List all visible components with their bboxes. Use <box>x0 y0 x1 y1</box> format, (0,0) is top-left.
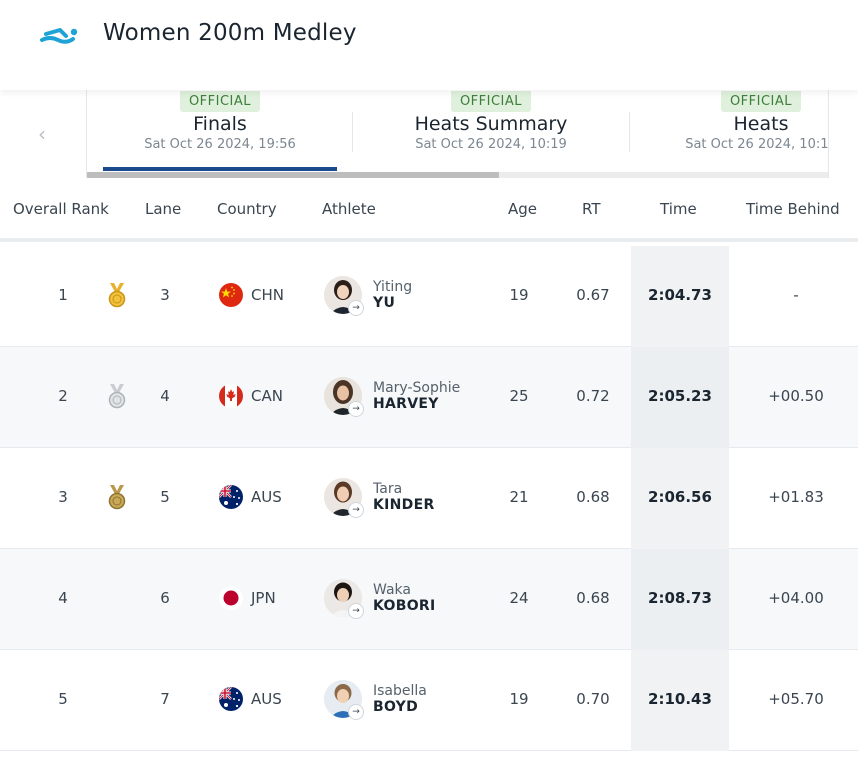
arrow-right-icon[interactable]: → <box>348 502 364 518</box>
age-cell: 19 <box>509 286 529 304</box>
country-code: AUS <box>251 690 282 708</box>
rank-cell: 2 <box>58 387 68 405</box>
rank-cell: 4 <box>58 589 68 607</box>
reaction-time-cell: 0.68 <box>576 488 610 506</box>
australia-flag-icon <box>219 687 243 711</box>
lane-cell: 7 <box>160 690 170 708</box>
reaction-time-cell: 0.68 <box>576 589 610 607</box>
time-cell: 2:04.73 <box>648 286 712 304</box>
column-header-rt[interactable]: RT <box>582 200 601 218</box>
time-behind-cell: - <box>793 286 799 304</box>
reaction-time-cell: 0.67 <box>576 286 610 304</box>
lane-cell: 5 <box>160 488 170 506</box>
table-row[interactable]: 4 6 JPN → Waka KOBORI 24 0.68 2:08.73 +0… <box>0 549 858 650</box>
canada-flag-icon <box>219 384 243 408</box>
arrow-right-icon[interactable]: → <box>348 401 364 417</box>
reaction-time-cell: 0.72 <box>576 387 610 405</box>
official-badge: OFFICIAL <box>450 91 532 112</box>
athlete-first-name[interactable]: Isabella <box>373 683 427 699</box>
athlete-first-name[interactable]: Tara <box>373 481 402 497</box>
time-cell: 2:08.73 <box>648 589 712 607</box>
bronze-medal-icon <box>108 485 126 510</box>
tab-heats-summary[interactable]: OFFICIAL Heats Summary Sat Oct 26 2024, … <box>357 90 625 172</box>
time-cell: 2:05.23 <box>648 387 712 405</box>
swimmer-icon <box>40 28 78 44</box>
table-row[interactable]: 1 3 CHN → Yiting YU 19 0.67 2:04.73 - <box>0 246 858 347</box>
athlete-last-name[interactable]: YU <box>373 295 395 311</box>
arrow-right-icon[interactable]: → <box>348 603 364 619</box>
column-header-lane[interactable]: Lane <box>145 200 181 218</box>
country-code: CAN <box>251 387 283 405</box>
time-behind-cell: +01.83 <box>768 488 824 506</box>
time-behind-cell: +05.70 <box>768 690 824 708</box>
silver-medal-icon <box>108 384 126 409</box>
country-code: JPN <box>251 589 276 607</box>
arrow-right-icon[interactable]: → <box>348 704 364 720</box>
athlete-first-name[interactable]: Mary-Sophie <box>373 380 460 396</box>
column-header-age[interactable]: Age <box>508 200 537 218</box>
age-cell: 21 <box>509 488 529 506</box>
tab-heats[interactable]: OFFICIAL Heats Sat Oct 26 2024, 10:19 <box>659 90 829 172</box>
arrow-right-icon[interactable]: → <box>348 300 364 316</box>
column-header-athlete[interactable]: Athlete <box>322 200 376 218</box>
column-header-time[interactable]: Time <box>660 200 697 218</box>
column-header-country[interactable]: Country <box>217 200 277 218</box>
china-flag-icon <box>219 283 243 307</box>
tab-finals[interactable]: OFFICIAL Finals Sat Oct 26 2024, 19:56 <box>103 90 337 172</box>
rank-cell: 3 <box>58 488 68 506</box>
age-cell: 19 <box>509 690 529 708</box>
phase-tabs: ‹ OFFICIAL Finals Sat Oct 26 2024, 19:56… <box>0 90 858 178</box>
official-badge: OFFICIAL <box>179 91 261 112</box>
table-row[interactable]: 5 7 AUS → Isabella BOYD 19 0.70 2:10.43 … <box>0 650 858 751</box>
japan-flag-icon <box>219 586 243 610</box>
tabs-window: OFFICIAL Finals Sat Oct 26 2024, 19:56 O… <box>86 90 829 178</box>
australia-flag-icon <box>219 485 243 509</box>
time-behind-cell: +04.00 <box>768 589 824 607</box>
time-cell: 2:06.56 <box>648 488 712 506</box>
athlete-last-name[interactable]: BOYD <box>373 699 418 715</box>
page-title: Women 200m Medley <box>103 20 357 46</box>
tab-label: Finals <box>193 113 247 135</box>
tab-date: Sat Oct 26 2024, 10:19 <box>685 137 829 152</box>
results-table-header: Overall Rank Lane Country Athlete Age RT… <box>0 178 858 242</box>
tab-divider <box>352 112 353 152</box>
tab-divider <box>629 112 630 152</box>
athlete-last-name[interactable]: KINDER <box>373 497 435 513</box>
time-cell: 2:10.43 <box>648 690 712 708</box>
rank-cell: 1 <box>58 286 68 304</box>
athlete-first-name[interactable]: Waka <box>373 582 411 598</box>
athlete-first-name[interactable]: Yiting <box>373 279 412 295</box>
reaction-time-cell: 0.70 <box>576 690 610 708</box>
tab-label: Heats <box>733 113 789 135</box>
athlete-last-name[interactable]: HARVEY <box>373 396 439 412</box>
official-badge: OFFICIAL <box>720 91 802 112</box>
time-behind-cell: +00.50 <box>768 387 824 405</box>
country-code: CHN <box>251 286 284 304</box>
lane-cell: 4 <box>160 387 170 405</box>
active-tab-indicator <box>103 167 337 171</box>
lane-cell: 6 <box>160 589 170 607</box>
tabs-strip: OFFICIAL Finals Sat Oct 26 2024, 19:56 O… <box>87 90 829 172</box>
column-header-time-behind[interactable]: Time Behind <box>746 200 840 218</box>
tab-date: Sat Oct 26 2024, 10:19 <box>415 137 567 152</box>
tab-label: Heats Summary <box>414 113 568 135</box>
country-code: AUS <box>251 488 282 506</box>
chevron-left-icon[interactable]: ‹ <box>28 120 56 148</box>
age-cell: 25 <box>509 387 529 405</box>
rank-cell: 5 <box>58 690 68 708</box>
tab-date: Sat Oct 26 2024, 19:56 <box>144 137 296 152</box>
table-row[interactable]: 2 4 CAN → Mary-Sophie HARVEY 25 0.72 2:0… <box>0 347 858 448</box>
lane-cell: 3 <box>160 286 170 304</box>
athlete-last-name[interactable]: KOBORI <box>373 598 435 614</box>
page-header: Women 200m Medley <box>0 0 858 90</box>
gold-medal-icon <box>108 283 126 308</box>
column-header-rank[interactable]: Overall Rank <box>13 200 109 218</box>
age-cell: 24 <box>509 589 529 607</box>
table-row[interactable]: 3 5 AUS → Tara KINDER 21 0.68 2:06.56 +0… <box>0 448 858 549</box>
